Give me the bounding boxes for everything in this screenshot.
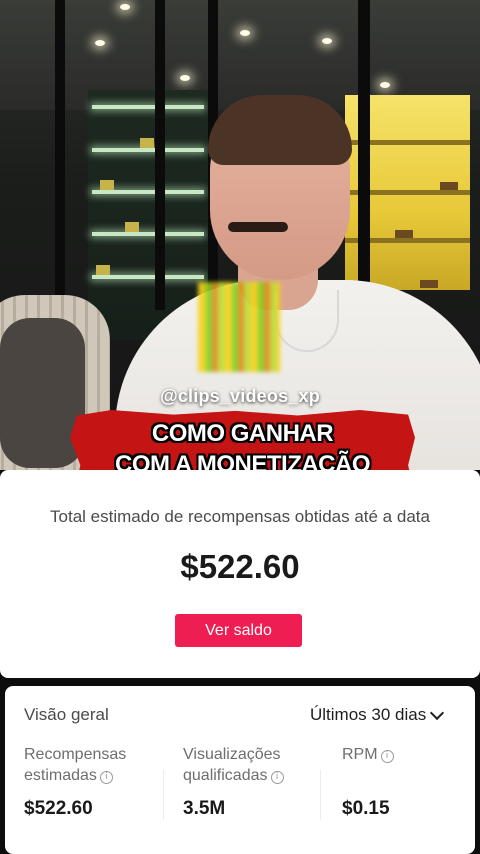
metric-rpm: RPM i (342, 744, 394, 765)
total-rewards-amount: $522.60 (180, 548, 300, 585)
divider (320, 770, 321, 820)
total-rewards-label: Total estimado de recompensas obtidas at… (50, 507, 430, 526)
shelf-light (92, 275, 204, 279)
window-frame (358, 0, 370, 290)
info-icon[interactable]: i (270, 771, 284, 784)
view-balance-button[interactable]: Ver saldo (175, 614, 302, 647)
shelf-light (92, 148, 204, 152)
person-mustache (228, 222, 288, 232)
period-label: Últimos 30 dias (310, 705, 427, 724)
shelf-light (92, 105, 204, 109)
ceiling (0, 0, 480, 110)
ceiling-light (120, 4, 130, 10)
shelf-object (125, 222, 139, 232)
shelf-object (140, 138, 154, 148)
ceiling-light (180, 75, 190, 81)
watermark-handle: @clips_videos_xp (160, 386, 320, 406)
metric-value-rewards: $522.60 (24, 798, 93, 819)
divider (163, 770, 164, 820)
person-hair (208, 95, 352, 165)
metric-label: RPM i (342, 744, 394, 765)
chevron-down-icon (430, 705, 445, 721)
ceiling-light (95, 40, 105, 46)
ceiling-light (240, 30, 250, 36)
glitch-effect (198, 282, 280, 372)
shelf-object (420, 280, 438, 288)
necklace (275, 290, 339, 352)
ceiling-light (322, 38, 332, 44)
window-frame (155, 0, 165, 310)
overview-title: Visão geral (24, 705, 109, 724)
shelf-object (395, 230, 413, 238)
metric-value-views: 3.5M (183, 798, 226, 819)
metric-estimated-rewards: Recompensas estimadas i (24, 744, 126, 786)
shelf-light (92, 190, 204, 194)
shelf-light (92, 232, 204, 236)
info-icon[interactable]: i (99, 771, 113, 784)
metric-value-rpm: $0.15 (342, 798, 390, 819)
window-frame (55, 0, 65, 330)
ceiling-light (380, 82, 390, 88)
metric-label: Visualizações qualificadas i (183, 744, 284, 786)
shelf-object (100, 180, 114, 190)
period-dropdown[interactable]: Últimos 30 dias (310, 705, 445, 725)
caption-line-1: COMO GANHAR (151, 420, 334, 447)
metric-qualified-views: Visualizações qualificadas i (183, 744, 284, 786)
shelf-object (96, 265, 110, 275)
info-icon[interactable]: i (380, 750, 394, 763)
shelf-object (440, 182, 458, 190)
metric-label: Recompensas estimadas i (24, 746, 127, 784)
